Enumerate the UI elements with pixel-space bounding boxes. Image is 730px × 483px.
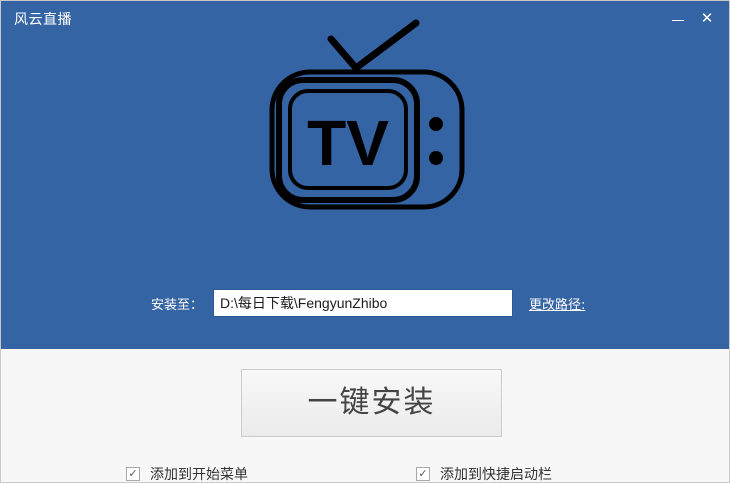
check-icon: ✓ — [128, 467, 138, 480]
close-icon: ✕ — [700, 9, 714, 27]
tv-icon: TV — [269, 19, 465, 210]
quick-launch-label: 添加到快捷启动栏 — [440, 467, 552, 483]
start-menu-checkbox[interactable]: ✓ — [126, 467, 140, 481]
window-title: 风云直播 — [14, 12, 72, 28]
minimize-icon — [672, 20, 684, 21]
option-quick-launch[interactable]: ✓ 添加到快捷启动栏 — [416, 465, 552, 483]
install-path-label: 安装至： — [151, 298, 204, 313]
start-menu-label: 添加到开始菜单 — [150, 467, 248, 483]
installer-window: 风云直播 ✕ TV 安装至： 更改路径: 一键安装 ✓ 添加到开始菜单 ✓ — [0, 0, 730, 483]
option-start-menu[interactable]: ✓ 添加到开始菜单 — [126, 465, 248, 483]
minimize-button[interactable] — [666, 7, 690, 29]
tv-logo-text: TV — [307, 107, 389, 179]
one-click-install-button[interactable]: 一键安装 — [241, 369, 502, 437]
check-icon: ✓ — [418, 467, 428, 480]
install-path-input[interactable] — [213, 289, 513, 317]
quick-launch-checkbox[interactable]: ✓ — [416, 467, 430, 481]
change-path-link[interactable]: 更改路径: — [529, 294, 585, 313]
close-button[interactable]: ✕ — [695, 7, 719, 29]
header-panel: 风云直播 ✕ TV 安装至： 更改路径: — [1, 1, 729, 349]
